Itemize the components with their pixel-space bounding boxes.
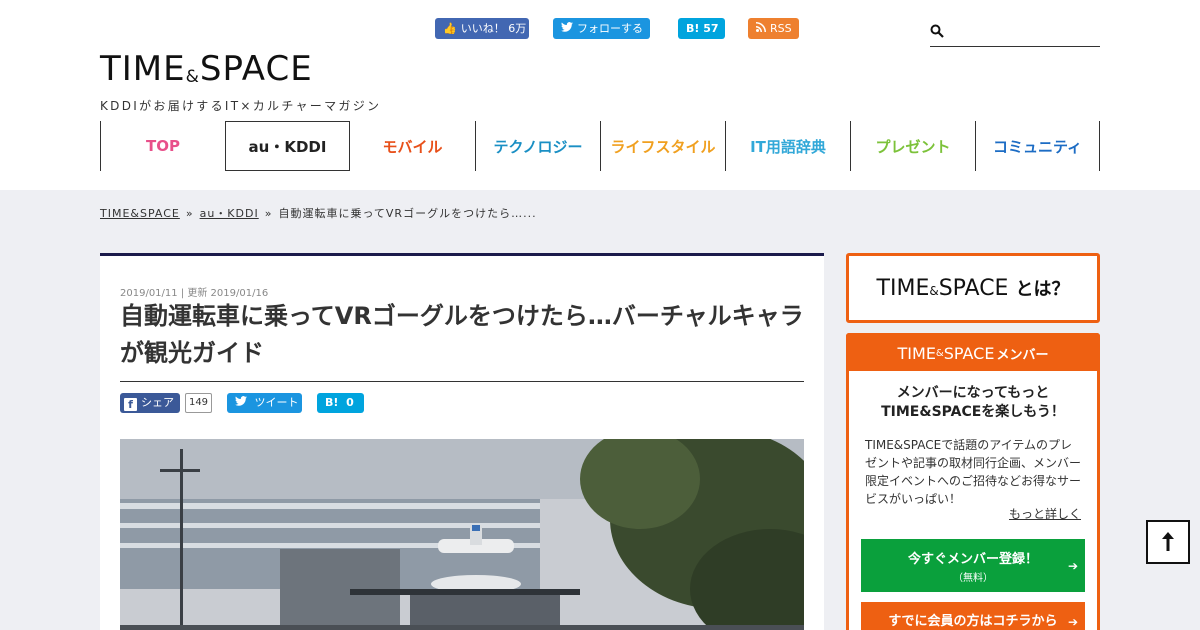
register-label: 今すぐメンバー登録！ (907, 552, 1038, 567)
nav-item-label: コミュニティ (992, 137, 1083, 156)
article-title: 自動運転車に乗ってVRゴーグルをつけたら…バーチャルキャラが観光ガイド (120, 302, 804, 367)
article-hero-image (120, 439, 804, 630)
nav-item-3[interactable]: モバイル (350, 121, 475, 171)
search-input[interactable] (930, 18, 1100, 47)
nav-item-2[interactable]: au・KDDI (225, 121, 350, 171)
title-divider (120, 381, 804, 382)
rss-label: RSS (770, 22, 792, 35)
facebook-share-label: シェア (141, 396, 174, 409)
site-header: 👍 いいね！ 6万 フォローする B! 57 RSS TIME&SPACE KDD… (0, 0, 1200, 190)
nav-item-7[interactable]: プレゼント (850, 121, 975, 171)
about-time-space-box[interactable]: TIME&SPACE とは？ (846, 253, 1100, 323)
twitter-follow-button[interactable]: フォローする (553, 18, 650, 39)
article-dates: 2019/01/11 | 更新 2019/01/16 (120, 288, 269, 299)
member-lead: メンバーになってもっと TIME&SPACEを楽しもう！ (881, 385, 1065, 420)
nav-item-label: ライフスタイル (610, 137, 716, 156)
logo-wordmark: TIME&SPACE (100, 49, 313, 89)
register-sublabel: （無料） (953, 573, 993, 584)
nav-item-label: テクノロジー (493, 137, 583, 156)
breadcrumb-separator: » (185, 207, 194, 220)
facebook-icon: f (124, 398, 137, 411)
nav-item-8[interactable]: コミュニティ (975, 121, 1100, 171)
hatena-share-count: 0 (346, 396, 354, 409)
login-button[interactable]: すでに会員の方はコチラから ➔ (861, 602, 1085, 630)
global-navigation: TOP au・KDDI モバイル テクノロジー ライフスタイル IT用語辞典 プレゼント コミ… (100, 121, 1100, 171)
thumbs-up-icon: 👍 (443, 22, 457, 35)
rss-button[interactable]: RSS (748, 18, 799, 39)
site-logo[interactable]: TIME&SPACE KDDIがお届けするIT×カルチャーマガジン (100, 49, 400, 113)
hatena-bookmark-icon: B! (686, 22, 700, 35)
arrow-up-icon (1162, 532, 1174, 551)
hatena-share-button[interactable]: B! 0 (317, 393, 364, 413)
nav-item-4[interactable]: テクノロジー (475, 121, 600, 171)
nav-item-label: プレゼント (875, 137, 951, 156)
nav-item-label: モバイル (382, 137, 443, 156)
nav-item-5[interactable]: ライフスタイル (600, 121, 725, 171)
breadcrumb-current: 自動運転車に乗ってVRゴーグルをつけたら…... (278, 207, 537, 220)
nav-item-label: au・KDDI (248, 137, 327, 156)
nav-item-1[interactable]: TOP (100, 121, 225, 171)
breadcrumb-home-link[interactable]: TIME&SPACE (100, 207, 180, 220)
member-more-link[interactable]: もっと詳しく (1009, 505, 1081, 522)
register-button[interactable]: 今すぐメンバー登録！ （無料） ➔ (861, 539, 1085, 592)
member-box-header: TIME & SPACE メンバー (849, 336, 1097, 371)
twitter-bird-icon (235, 396, 251, 409)
twitter-follow-label: フォローする (577, 22, 643, 35)
facebook-like-button[interactable]: 👍 いいね！ 6万 (435, 18, 529, 39)
twitter-bird-icon (561, 18, 573, 39)
arrow-right-icon: ➔ (1067, 558, 1078, 573)
article-card: 2019/01/11 | 更新 2019/01/16 自動運転車に乗ってVRゴー… (100, 253, 824, 630)
hatena-bookmark-icon: B! (325, 396, 339, 409)
breadcrumb: TIME&SPACE » au・KDDI » 自動運転車に乗ってVRゴーグルをつけたら…… (100, 205, 537, 221)
rss-icon (756, 18, 766, 39)
nav-item-label: TOP (146, 137, 180, 155)
facebook-like-label: いいね！ (460, 22, 505, 35)
hatena-bookmark-button[interactable]: B! 57 (678, 18, 725, 39)
nav-item-label: IT用語辞典 (750, 137, 826, 156)
back-to-top-button[interactable] (1146, 520, 1190, 564)
nav-item-6[interactable]: IT用語辞典 (725, 121, 850, 171)
hatena-bookmark-count: 57 (703, 22, 719, 35)
tweet-label: ツイート (254, 396, 299, 409)
about-title: TIME&SPACE とは？ (876, 276, 1070, 301)
login-label: すでに会員の方はコチラから (888, 614, 1058, 629)
member-box: TIME & SPACE メンバー メンバーになってもっと TIME&SPACEを楽し… (846, 333, 1100, 630)
logo-tagline: KDDIがお届けするIT×カルチャーマガジン (100, 99, 382, 113)
search-icon[interactable] (930, 23, 944, 38)
member-description: TIME&SPACEで話題のアイテムのプレゼントや記事の取材同行企画、メンバー限… (865, 438, 1082, 506)
breadcrumb-category-link[interactable]: au・KDDI (200, 207, 259, 220)
facebook-like-count: 6万 (508, 22, 527, 35)
breadcrumb-separator: » (264, 207, 273, 220)
facebook-share-count: 149 (185, 393, 212, 413)
arrow-right-icon: ➔ (1067, 615, 1078, 629)
facebook-share-button[interactable]: f シェア (120, 393, 180, 413)
tweet-button[interactable]: ツイート (227, 393, 302, 413)
